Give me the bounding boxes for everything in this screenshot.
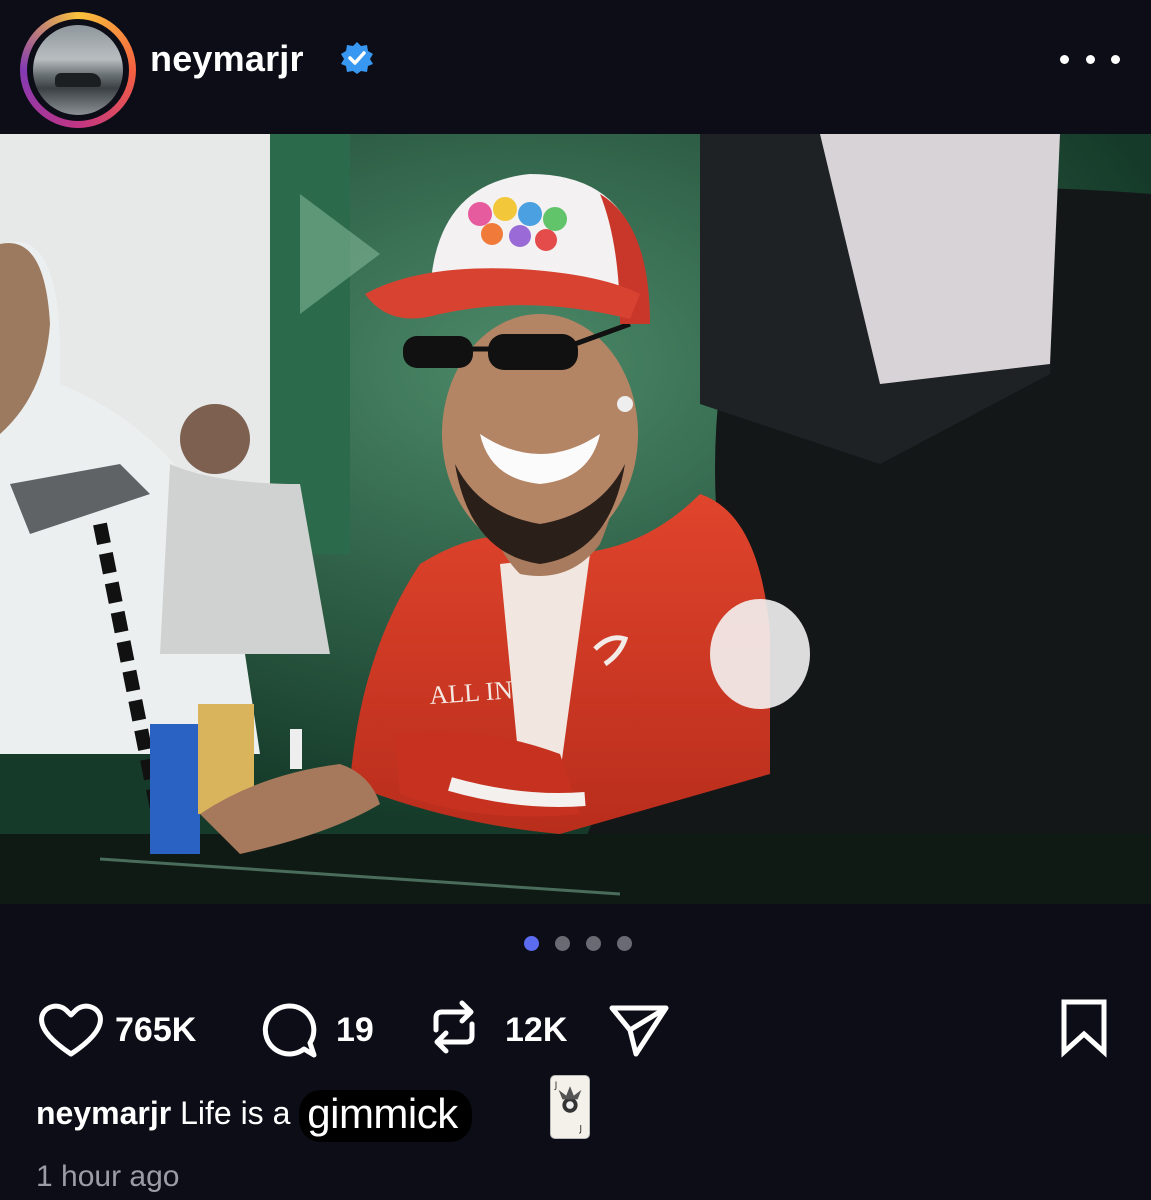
more-options-button[interactable]: [1060, 44, 1120, 74]
carousel-dot-active: [524, 936, 539, 951]
comment-icon[interactable]: [258, 1000, 320, 1062]
photo-illustration: ALL IN: [0, 134, 1151, 904]
caption: neymarjr Life is a gimmick: [36, 1090, 472, 1142]
carousel-dot: [617, 936, 632, 951]
avatar-border: [27, 19, 129, 121]
post-image[interactable]: ALL IN: [0, 134, 1151, 904]
more-dot: [1085, 54, 1095, 64]
caption-sticker-text: gimmick: [299, 1090, 472, 1142]
comment-count[interactable]: 19: [336, 1011, 374, 1050]
repost-count[interactable]: 12K: [505, 1011, 567, 1050]
more-dot: [1060, 54, 1069, 64]
carousel-indicator: [524, 936, 634, 956]
post-username[interactable]: neymarjr: [150, 38, 304, 80]
caption-text: Life is a: [180, 1095, 291, 1131]
avatar[interactable]: [20, 12, 136, 128]
joker-card-icon: J J: [550, 1075, 590, 1139]
jacket-lettering: ALL IN: [428, 675, 514, 710]
repost-icon[interactable]: [424, 996, 484, 1058]
verified-badge-icon: [341, 42, 373, 74]
svg-text:J: J: [554, 1081, 558, 1091]
avatar-image: [33, 25, 123, 115]
svg-text:J: J: [579, 1125, 583, 1135]
post-timestamp: 1 hour ago: [36, 1160, 180, 1193]
send-icon[interactable]: [606, 998, 672, 1060]
carousel-dot: [555, 936, 570, 951]
carousel-dot: [586, 936, 601, 951]
bookmark-icon[interactable]: [1054, 996, 1114, 1058]
heart-icon[interactable]: [36, 1000, 106, 1060]
avatar-car-shape: [55, 73, 101, 87]
more-dot: [1111, 54, 1120, 64]
caption-username[interactable]: neymarjr: [36, 1095, 171, 1131]
like-count[interactable]: 765K: [115, 1011, 196, 1050]
